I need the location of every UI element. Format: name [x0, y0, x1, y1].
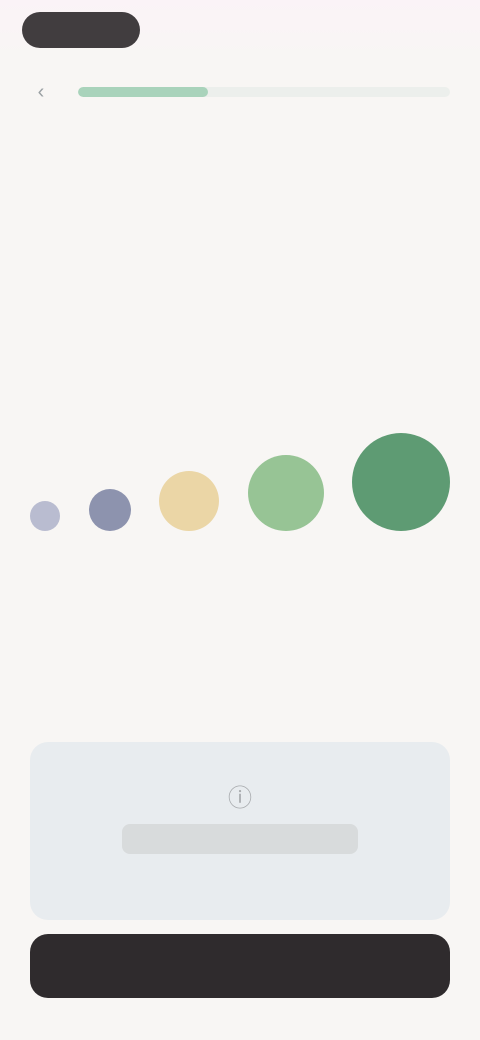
info-card: ⓘ: [30, 742, 450, 920]
scale-circle-1: [30, 501, 60, 531]
scale-circle-2: [88, 489, 131, 531]
progress-bar: [78, 87, 450, 97]
rating-scale: [30, 395, 450, 545]
scale-circle-3: [159, 471, 219, 531]
progress-fill: [78, 87, 209, 97]
scale-option-5[interactable]: [352, 433, 450, 545]
info-icon: ⓘ: [228, 784, 252, 812]
scale-circle-5: [352, 433, 450, 531]
scale-option-1[interactable]: [30, 501, 60, 545]
chevron-left-icon[interactable]: ‹: [30, 81, 52, 103]
scale-circle-4: [247, 455, 324, 531]
top-pill-button[interactable]: [22, 12, 140, 48]
info-text: [122, 824, 358, 854]
continue-button[interactable]: [30, 934, 450, 998]
progress-row: ‹: [30, 80, 450, 104]
scale-option-4[interactable]: [247, 455, 324, 545]
scale-option-3[interactable]: [159, 471, 219, 545]
scale-option-2[interactable]: [88, 489, 131, 545]
